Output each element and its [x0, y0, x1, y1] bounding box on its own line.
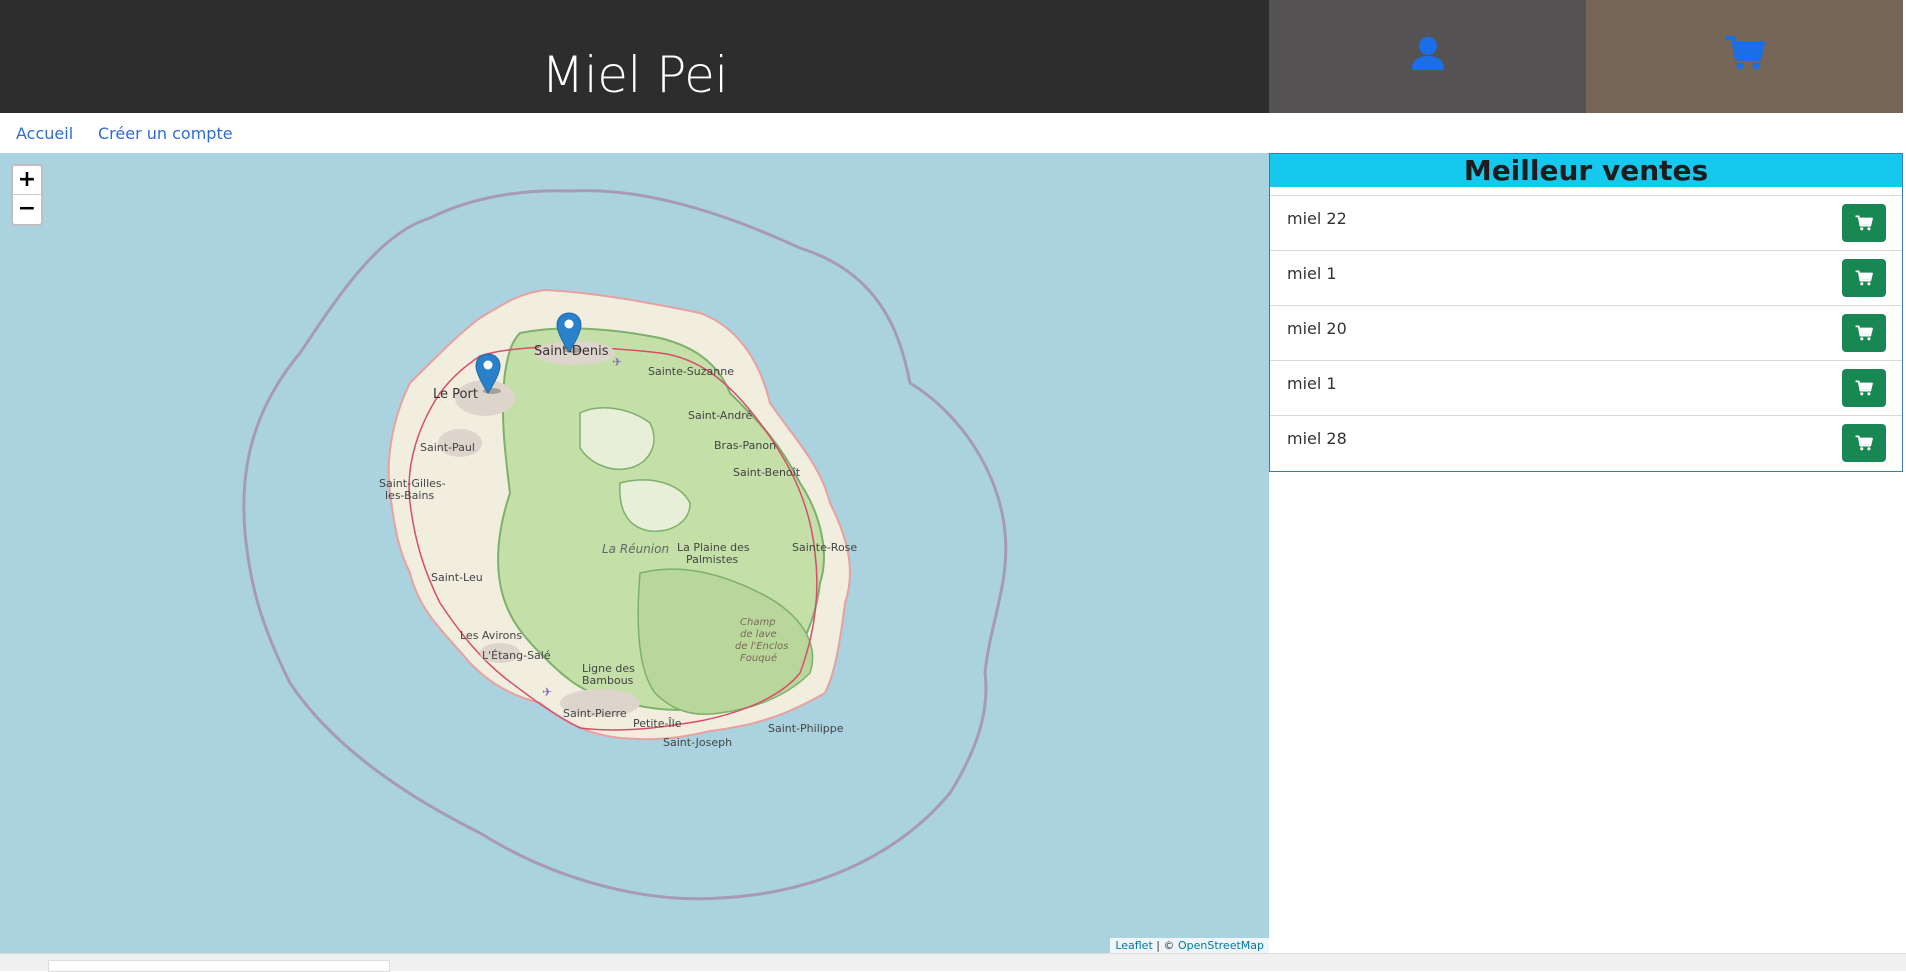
attribution-separator: | © [1152, 939, 1178, 952]
list-item: miel 1 [1270, 250, 1902, 305]
zoom-out-button[interactable]: − [13, 195, 41, 224]
bestsellers-list: miel 22 miel 1 miel 20 miel 1 miel 28 [1270, 195, 1902, 470]
map-label: Saint-Leu [431, 571, 483, 584]
main-nav: Accueil Créer un compte [0, 113, 1906, 153]
cart-icon [1725, 35, 1765, 69]
map-label: Champ [740, 617, 776, 628]
account-button[interactable] [1269, 0, 1586, 113]
map-label: Petite-Île [633, 717, 682, 730]
cart-icon [1855, 325, 1873, 341]
cart-button[interactable] [1586, 0, 1903, 113]
cart-icon [1855, 215, 1873, 231]
cart-icon [1855, 435, 1873, 451]
map-label: Palmistes [686, 553, 739, 566]
map-label: Sainte-Suzanne [648, 365, 734, 378]
product-name: miel 1 [1287, 264, 1337, 283]
nav-link-signup[interactable]: Créer un compte [98, 124, 233, 143]
list-item: miel 22 [1270, 195, 1902, 250]
zoom-in-button[interactable]: + [13, 166, 41, 195]
map-label: les-Bains [385, 489, 435, 502]
cart-icon [1855, 270, 1873, 286]
scroll-thumb[interactable] [48, 960, 390, 972]
map-marker-saint-denis[interactable] [556, 312, 582, 354]
bottom-scrollbar[interactable] [0, 953, 1906, 972]
add-to-cart-button[interactable] [1842, 204, 1886, 242]
add-to-cart-button[interactable] [1842, 259, 1886, 297]
product-name: miel 1 [1287, 374, 1337, 393]
map-label: de lave [740, 629, 777, 640]
user-icon [1411, 36, 1444, 70]
map-label: de l'Enclos [735, 641, 789, 652]
product-name: miel 20 [1287, 319, 1347, 338]
map-label: Fouqué [740, 653, 778, 664]
add-to-cart-button[interactable] [1842, 314, 1886, 352]
nav-link-home[interactable]: Accueil [16, 124, 73, 143]
site-title: Miel Pei [541, 46, 728, 104]
map-label: Saint-André [688, 409, 753, 422]
bestsellers-title: Meilleur ventes [1270, 154, 1902, 187]
add-to-cart-button[interactable] [1842, 424, 1886, 462]
map-label: L'Étang-Salé [482, 649, 551, 662]
svg-text:✈: ✈ [612, 355, 622, 369]
add-to-cart-button[interactable] [1842, 369, 1886, 407]
bestsellers-panel: Meilleur ventes miel 22 miel 1 miel 20 m… [1269, 153, 1903, 472]
map-label: Sainte-Rose [792, 541, 858, 554]
map-label: Saint-Philippe [768, 722, 844, 735]
list-item: miel 28 [1270, 415, 1902, 470]
map-label: Saint-Joseph [663, 736, 733, 749]
map-label: Saint-Paul [420, 441, 475, 454]
product-name: miel 28 [1287, 429, 1347, 448]
map-label: La Réunion [602, 542, 670, 556]
map-marker-le-port[interactable] [475, 353, 501, 395]
map-label: Saint-Benoît [733, 466, 801, 479]
cart-icon [1855, 380, 1873, 396]
map-label: Les Avirons [460, 629, 523, 642]
zoom-control: + − [11, 164, 43, 226]
product-name: miel 22 [1287, 209, 1347, 228]
map[interactable]: ✈ ✈ Saint-Denis Le Port Sainte-Suzanne S… [0, 153, 1269, 953]
header-title-area: Miel Pei [0, 0, 1269, 113]
osm-link[interactable]: OpenStreetMap [1178, 939, 1264, 952]
map-label: Le Port [433, 387, 478, 402]
map-label: Bambous [582, 674, 634, 687]
map-label: Saint-Pierre [563, 707, 627, 720]
list-item: miel 1 [1270, 360, 1902, 415]
site-header: Miel Pei [0, 0, 1906, 113]
leaflet-link[interactable]: Leaflet [1115, 939, 1152, 952]
svg-text:✈: ✈ [542, 685, 552, 699]
map-attribution: Leaflet | © OpenStreetMap [1110, 938, 1269, 953]
map-label: Bras-Panon [714, 439, 777, 452]
list-item: miel 20 [1270, 305, 1902, 360]
